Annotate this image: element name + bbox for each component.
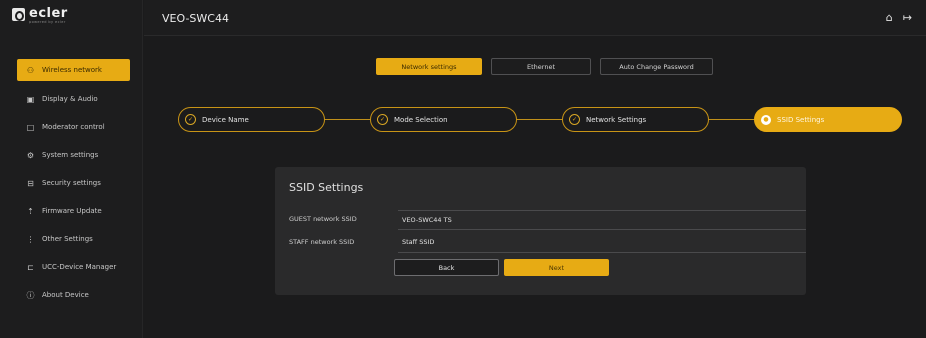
sidebar-nav: ⚇ Wireless network ▣ Display & Audio □ M… xyxy=(17,59,130,313)
logo-wordmark: ecler xyxy=(29,6,68,21)
info-icon: ⓘ xyxy=(26,290,35,300)
step-label: Network Settings xyxy=(586,115,647,124)
step-mode-selection[interactable]: ✓ Mode Selection xyxy=(370,107,517,132)
back-button[interactable]: Back xyxy=(394,259,499,276)
sidebar-item-about-device[interactable]: ⓘ About Device xyxy=(17,285,130,305)
guest-ssid-input[interactable]: VEO-SWC44 TS xyxy=(398,210,806,230)
upload-icon: ⇡ xyxy=(27,206,34,216)
tab-auto-change-password[interactable]: Auto Change Password xyxy=(600,58,713,75)
sidebar-item-label: Display & Audio xyxy=(42,95,98,103)
page-title: VEO-SWC44 xyxy=(162,12,229,25)
ssid-settings-card: SSID Settings GUEST network SSID VEO-SWC… xyxy=(275,167,806,295)
header-bar: VEO-SWC44 ⌂ ↦ xyxy=(144,0,926,36)
sidebar-item-ucc-device-manager[interactable]: ⊏ UCC-Device Manager xyxy=(17,257,130,277)
lock-icon: ⊟ xyxy=(27,178,34,188)
step-connector xyxy=(708,119,754,120)
setup-stepper: ✓ Device Name ✓ Mode Selection ✓ Network… xyxy=(178,107,902,132)
logo-tagline: powered by ecler xyxy=(29,20,66,24)
ecler-logo-mark xyxy=(12,8,25,21)
staff-ssid-row: STAFF network SSID Staff SSID xyxy=(289,233,806,253)
sidebar-item-other-settings[interactable]: ⋮ Other Settings xyxy=(17,229,130,249)
sidebar-item-moderator-control[interactable]: □ Moderator control xyxy=(17,117,130,137)
sidebar-item-display-audio[interactable]: ▣ Display & Audio xyxy=(17,89,130,109)
step-device-name[interactable]: ✓ Device Name xyxy=(178,107,325,132)
step-network-settings[interactable]: ✓ Network Settings xyxy=(562,107,709,132)
step-label: SSID Settings xyxy=(777,115,825,124)
sidebar-item-label: Other Settings xyxy=(42,235,93,243)
home-icon[interactable]: ⌂ xyxy=(886,11,893,24)
gear-icon: ⚙ xyxy=(26,150,35,160)
step-ssid-settings[interactable]: ● SSID Settings xyxy=(754,107,902,132)
sidebar-item-firmware-update[interactable]: ⇡ Firmware Update xyxy=(17,201,130,221)
sidebar-item-label: System settings xyxy=(42,151,99,159)
tab-ethernet[interactable]: Ethernet xyxy=(491,58,591,75)
sidebar-item-label: Firmware Update xyxy=(42,207,102,215)
sidebar-item-label: About Device xyxy=(42,291,89,299)
sidebar-item-label: Moderator control xyxy=(42,123,105,131)
sidebar-item-security-settings[interactable]: ⊟ Security settings xyxy=(17,173,130,193)
moderator-icon: □ xyxy=(26,122,35,132)
sliders-icon: ⋮ xyxy=(26,234,35,244)
sidebar-item-wireless-network[interactable]: ⚇ Wireless network xyxy=(17,59,130,81)
network-icon: ⚇ xyxy=(26,65,35,75)
next-button[interactable]: Next xyxy=(504,259,609,276)
current-step-icon: ● xyxy=(761,114,771,125)
step-label: Device Name xyxy=(202,115,249,124)
guest-ssid-row: GUEST network SSID VEO-SWC44 TS xyxy=(289,210,806,230)
tab-network-settings[interactable]: Network settings xyxy=(376,58,482,75)
staff-ssid-label: STAFF network SSID xyxy=(289,238,355,246)
sidebar: ecler powered by ecler ⚇ Wireless networ… xyxy=(0,0,143,338)
card-title: SSID Settings xyxy=(289,181,364,194)
check-circle-icon: ✓ xyxy=(185,114,196,125)
step-connector xyxy=(324,119,370,120)
guest-ssid-label: GUEST network SSID xyxy=(289,215,357,223)
display-icon: ▣ xyxy=(26,94,35,104)
check-circle-icon: ✓ xyxy=(569,114,580,125)
staff-ssid-input[interactable]: Staff SSID xyxy=(398,233,806,253)
sidebar-item-label: Security settings xyxy=(42,179,101,187)
sidebar-item-system-settings[interactable]: ⚙ System settings xyxy=(17,145,130,165)
device-manager-icon: ⊏ xyxy=(27,262,34,272)
sidebar-item-label: UCC-Device Manager xyxy=(42,263,117,271)
logout-icon[interactable]: ↦ xyxy=(903,11,912,24)
sidebar-item-label: Wireless network xyxy=(42,66,102,74)
ecler-logo[interactable]: ecler powered by ecler xyxy=(12,6,68,24)
step-connector xyxy=(516,119,562,120)
check-circle-icon: ✓ xyxy=(377,114,388,125)
step-label: Mode Selection xyxy=(394,115,448,124)
settings-tabs: Network settings Ethernet Auto Change Pa… xyxy=(376,58,713,75)
